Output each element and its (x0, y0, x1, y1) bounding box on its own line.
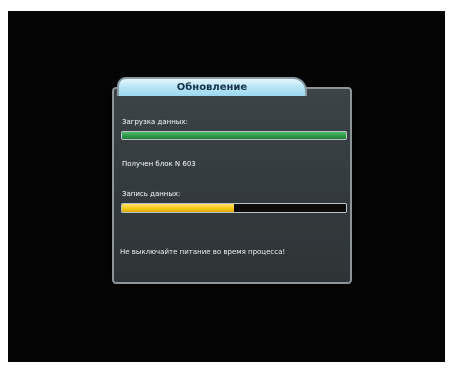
write-label: Запись данных: (122, 190, 181, 198)
download-progress-fill (122, 132, 346, 139)
dialog-title: Обновление (117, 77, 307, 96)
power-warning-text: Не выключайте питание во время процесса! (120, 248, 286, 256)
download-progress-bar (121, 131, 347, 140)
download-label: Загрузка данных: (122, 118, 188, 126)
update-dialog: Загрузка данных: Получен блок N 603 Запи… (112, 87, 352, 284)
write-progress-bar (121, 203, 347, 213)
received-block-text: Получен блок N 603 (122, 160, 196, 168)
tv-screen: Загрузка данных: Получен блок N 603 Запи… (8, 11, 445, 362)
write-progress-fill (122, 204, 234, 212)
